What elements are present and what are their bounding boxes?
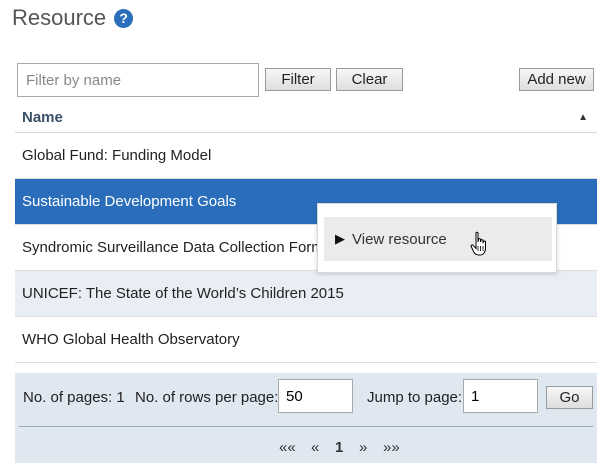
- page-header: Resource ?: [12, 5, 134, 31]
- table-header: Name ▲: [15, 105, 597, 133]
- next-page-link[interactable]: »: [359, 439, 367, 456]
- help-icon[interactable]: ?: [114, 8, 134, 28]
- current-page-number[interactable]: 1: [335, 439, 343, 456]
- jump-to-page-input[interactable]: [463, 379, 538, 413]
- go-button[interactable]: Go: [546, 386, 593, 409]
- name-column-header[interactable]: Name: [22, 109, 63, 126]
- pager-divider: [19, 426, 593, 427]
- jump-to-page-label: Jump to page:: [367, 389, 463, 406]
- view-resource-menu-item[interactable]: ▶ View resource: [324, 217, 552, 261]
- page-title: Resource: [12, 5, 107, 30]
- rows-per-page-label: No. of rows per page:: [135, 389, 279, 406]
- clear-button[interactable]: Clear: [336, 68, 403, 91]
- play-icon: ▶: [335, 231, 345, 246]
- context-menu: ▶ View resource: [317, 203, 557, 273]
- add-new-button[interactable]: Add new: [519, 68, 594, 91]
- rows-per-page-input[interactable]: [278, 379, 353, 413]
- table-row[interactable]: UNICEF: The State of the World’s Childre…: [15, 271, 597, 317]
- table-row[interactable]: Global Fund: Funding Model: [15, 133, 597, 179]
- last-page-link[interactable]: »»: [383, 439, 400, 456]
- hand-cursor-icon: [470, 231, 486, 256]
- table-row[interactable]: WHO Global Health Observatory: [15, 317, 597, 363]
- sort-ascending-icon[interactable]: ▲: [578, 112, 588, 123]
- first-page-link[interactable]: ««: [279, 439, 296, 456]
- pagination-bar: No. of pages: 1 No. of rows per page: Ju…: [15, 373, 597, 463]
- filter-by-name-input[interactable]: [17, 63, 259, 97]
- page-count-label: No. of pages: 1: [23, 389, 125, 406]
- filter-button[interactable]: Filter: [265, 68, 331, 91]
- previous-page-link[interactable]: «: [311, 439, 319, 456]
- view-resource-label: View resource: [352, 230, 447, 248]
